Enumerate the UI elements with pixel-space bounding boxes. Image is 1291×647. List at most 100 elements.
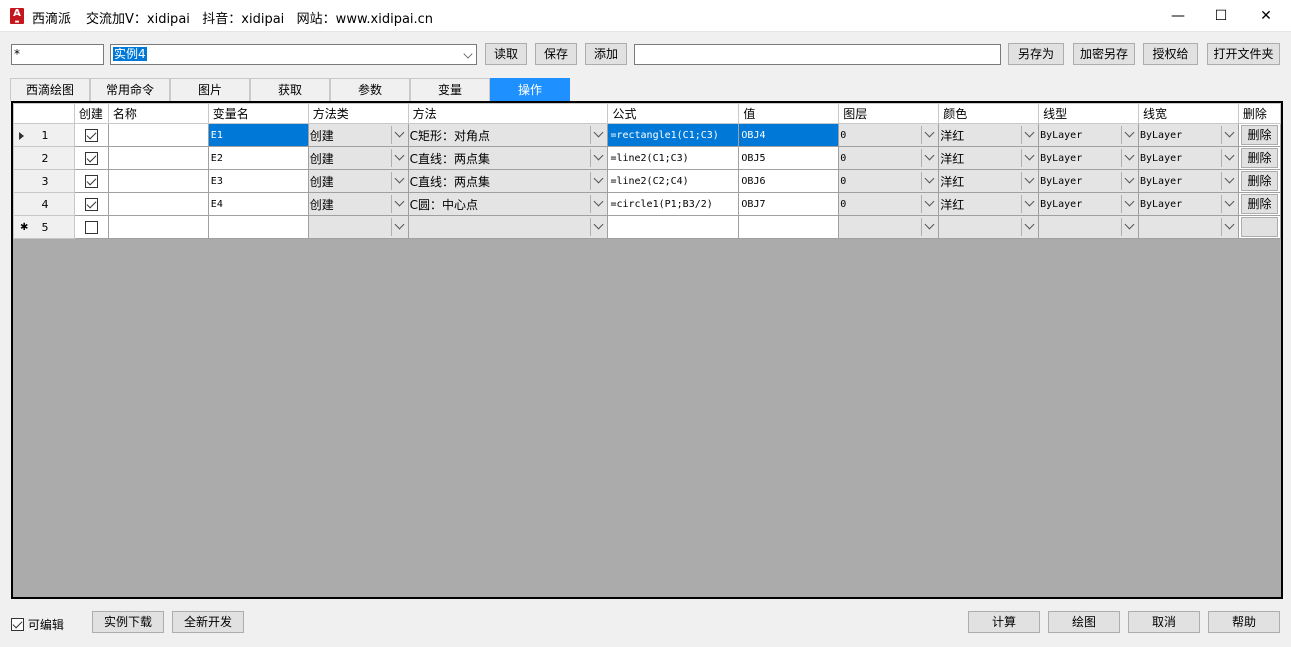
var-name-cell[interactable]: E3 (207, 169, 309, 193)
filter-input[interactable]: * (11, 44, 104, 65)
linetype-combo[interactable]: ByLayer (1038, 123, 1139, 147)
save-button[interactable]: 保存 (535, 43, 577, 65)
editable-checkbox[interactable] (11, 618, 24, 631)
col-layer[interactable]: 图层 (838, 103, 940, 124)
layer-combo[interactable] (838, 215, 940, 239)
minimize-icon[interactable]: — (1155, 0, 1201, 32)
value-cell[interactable]: OBJ7 (738, 192, 840, 216)
formula-cell[interactable]: =rectangle1(C1;C3) (607, 123, 740, 147)
linetype-combo[interactable] (1038, 215, 1139, 239)
linewidth-combo[interactable] (1138, 215, 1239, 239)
chevron-down-icon[interactable] (390, 195, 407, 213)
value-cell[interactable]: OBJ6 (738, 169, 840, 193)
create-cell[interactable] (73, 123, 109, 147)
linetype-combo[interactable]: ByLayer (1038, 169, 1139, 193)
value-cell[interactable] (738, 215, 840, 239)
method-combo[interactable] (407, 215, 609, 239)
linetype-combo[interactable]: ByLayer (1038, 192, 1139, 216)
row-header[interactable]: 1 (13, 123, 75, 147)
method-combo[interactable]: C直线：两点集 (407, 169, 609, 193)
table-row[interactable]: 2 E2 创建 C直线：两点集 =line2(C1;C3) OBJ5 0 洋红 ByLayer B… (13, 146, 1282, 170)
method-class-combo[interactable]: 创建 (307, 192, 409, 216)
color-combo[interactable]: 洋红 (938, 169, 1040, 193)
create-cell[interactable] (73, 146, 109, 170)
row-header[interactable]: ✱ 5 (13, 215, 75, 239)
table-row[interactable]: 4 E4 创建 C圆：中心点 =circle1(P1;B3/2) OBJ7 0 洋红 ByLay… (13, 192, 1282, 216)
chevron-down-icon[interactable] (1220, 195, 1237, 213)
instance-select[interactable]: 实例4 (110, 44, 477, 65)
tab-variables[interactable]: 变量 (410, 78, 490, 101)
create-checkbox[interactable] (84, 152, 98, 165)
tab-get[interactable]: 获取 (250, 78, 330, 101)
color-combo[interactable]: 洋红 (938, 123, 1040, 147)
color-combo[interactable] (938, 215, 1040, 239)
chevron-down-icon[interactable] (1121, 218, 1137, 236)
tab-common-commands[interactable]: 常用命令 (90, 78, 170, 101)
delete-cell[interactable]: 删除 (1237, 123, 1282, 147)
create-checkbox[interactable] (84, 175, 98, 188)
read-button[interactable]: 读取 (485, 43, 527, 65)
col-linetype[interactable]: 线型 (1038, 103, 1139, 124)
color-combo[interactable]: 洋红 (938, 192, 1040, 216)
chevron-down-icon[interactable] (1121, 149, 1137, 167)
col-value[interactable]: 值 (738, 103, 840, 124)
chevron-down-icon[interactable] (590, 172, 606, 190)
save-as-button[interactable]: 另存为 (1008, 43, 1064, 65)
table-row[interactable]: ✱ 5 (13, 215, 1282, 239)
layer-combo[interactable]: 0 (838, 192, 940, 216)
linewidth-combo[interactable]: ByLayer (1138, 192, 1239, 216)
row-header[interactable]: 2 (13, 146, 75, 170)
chevron-down-icon[interactable] (1220, 218, 1237, 236)
row-header[interactable]: 4 (13, 192, 75, 216)
close-icon[interactable]: ✕ (1243, 0, 1289, 32)
chevron-down-icon[interactable] (1021, 218, 1037, 236)
row-header[interactable]: 3 (13, 169, 75, 193)
download-example-button[interactable]: 实例下载 (92, 611, 164, 633)
chevron-down-icon[interactable] (1220, 126, 1237, 144)
chevron-down-icon[interactable] (921, 172, 937, 190)
delete-cell[interactable] (1237, 215, 1282, 239)
chevron-down-icon[interactable] (921, 149, 937, 167)
delete-row-button[interactable]: 删除 (1240, 171, 1278, 191)
chevron-down-icon[interactable] (390, 218, 407, 236)
method-combo[interactable]: C矩形：对角点 (407, 123, 609, 147)
path-input[interactable] (634, 44, 1001, 65)
method-combo[interactable]: C直线：两点集 (407, 146, 609, 170)
create-cell[interactable] (73, 169, 109, 193)
table-row[interactable]: 1 E1 创建 C矩形：对角点 =rectangle1(C1;C3) OBJ4 0 洋红 ByL… (13, 123, 1282, 147)
formula-cell[interactable]: =line2(C1;C3) (607, 146, 740, 170)
layer-combo[interactable]: 0 (838, 146, 940, 170)
table-row[interactable]: 3 E3 创建 C直线：两点集 =line2(C2;C4) OBJ6 0 洋红 ByLayer B… (13, 169, 1282, 193)
chevron-down-icon[interactable] (1121, 126, 1137, 144)
linewidth-combo[interactable]: ByLayer (1138, 146, 1239, 170)
method-class-combo[interactable]: 创建 (307, 123, 409, 147)
chevron-down-icon[interactable] (390, 126, 407, 144)
delete-cell[interactable]: 删除 (1237, 192, 1282, 216)
name-cell[interactable] (107, 146, 209, 170)
delete-row-button[interactable] (1240, 217, 1278, 237)
var-name-cell[interactable]: E4 (207, 192, 309, 216)
create-checkbox[interactable] (84, 198, 98, 211)
help-button[interactable]: 帮助 (1208, 611, 1280, 633)
chevron-down-icon[interactable] (590, 218, 606, 236)
color-combo[interactable]: 洋红 (938, 146, 1040, 170)
open-folder-button[interactable]: 打开文件夹 (1207, 43, 1280, 65)
col-create[interactable]: 创建 (73, 103, 109, 124)
delete-cell[interactable]: 删除 (1237, 169, 1282, 193)
delete-cell[interactable]: 删除 (1237, 146, 1282, 170)
chevron-down-icon[interactable] (1220, 172, 1237, 190)
maximize-icon[interactable]: ☐ (1198, 0, 1244, 32)
chevron-down-icon[interactable] (921, 195, 937, 213)
value-cell[interactable]: OBJ5 (738, 146, 840, 170)
chevron-down-icon[interactable] (1021, 149, 1037, 167)
col-method[interactable]: 方法 (407, 103, 609, 124)
name-cell[interactable] (107, 169, 209, 193)
name-cell[interactable] (107, 192, 209, 216)
create-checkbox[interactable] (84, 221, 98, 234)
chevron-down-icon[interactable] (1021, 126, 1037, 144)
authorize-button[interactable]: 授权给 (1143, 43, 1198, 65)
linewidth-combo[interactable]: ByLayer (1138, 169, 1239, 193)
chevron-down-icon[interactable] (1021, 195, 1037, 213)
col-color[interactable]: 颜色 (938, 103, 1040, 124)
create-checkbox[interactable] (84, 129, 98, 142)
